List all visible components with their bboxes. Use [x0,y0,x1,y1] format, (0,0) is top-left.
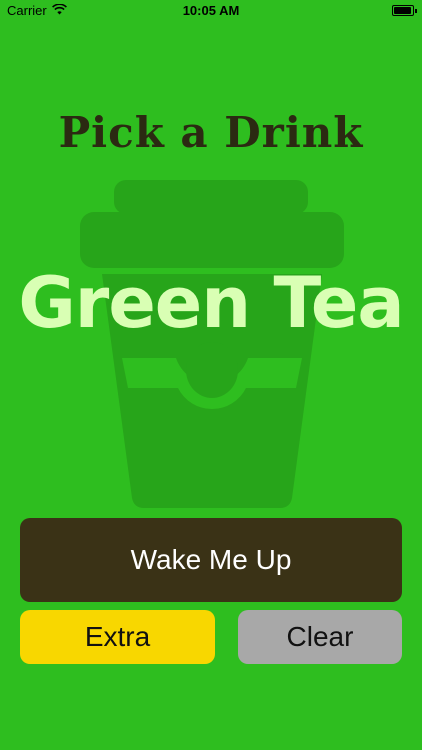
drink-name: Green Tea [18,262,404,344]
extra-label: Extra [84,621,151,652]
wake-me-up-button[interactable]: Wake Me Up [20,518,402,602]
coffee-cup-icon [80,180,344,508]
page-title: Pick a Drink [58,108,364,157]
clear-button[interactable]: Clear [238,610,402,664]
status-time: 10:05 AM [182,3,240,18]
status-bar: Carrier 10:05 AM [0,0,422,22]
clear-label: Clear [286,621,354,652]
battery-icon [392,5,417,16]
wake-me-up-label: Wake Me Up [130,544,292,575]
extra-button[interactable]: Extra [20,610,215,664]
